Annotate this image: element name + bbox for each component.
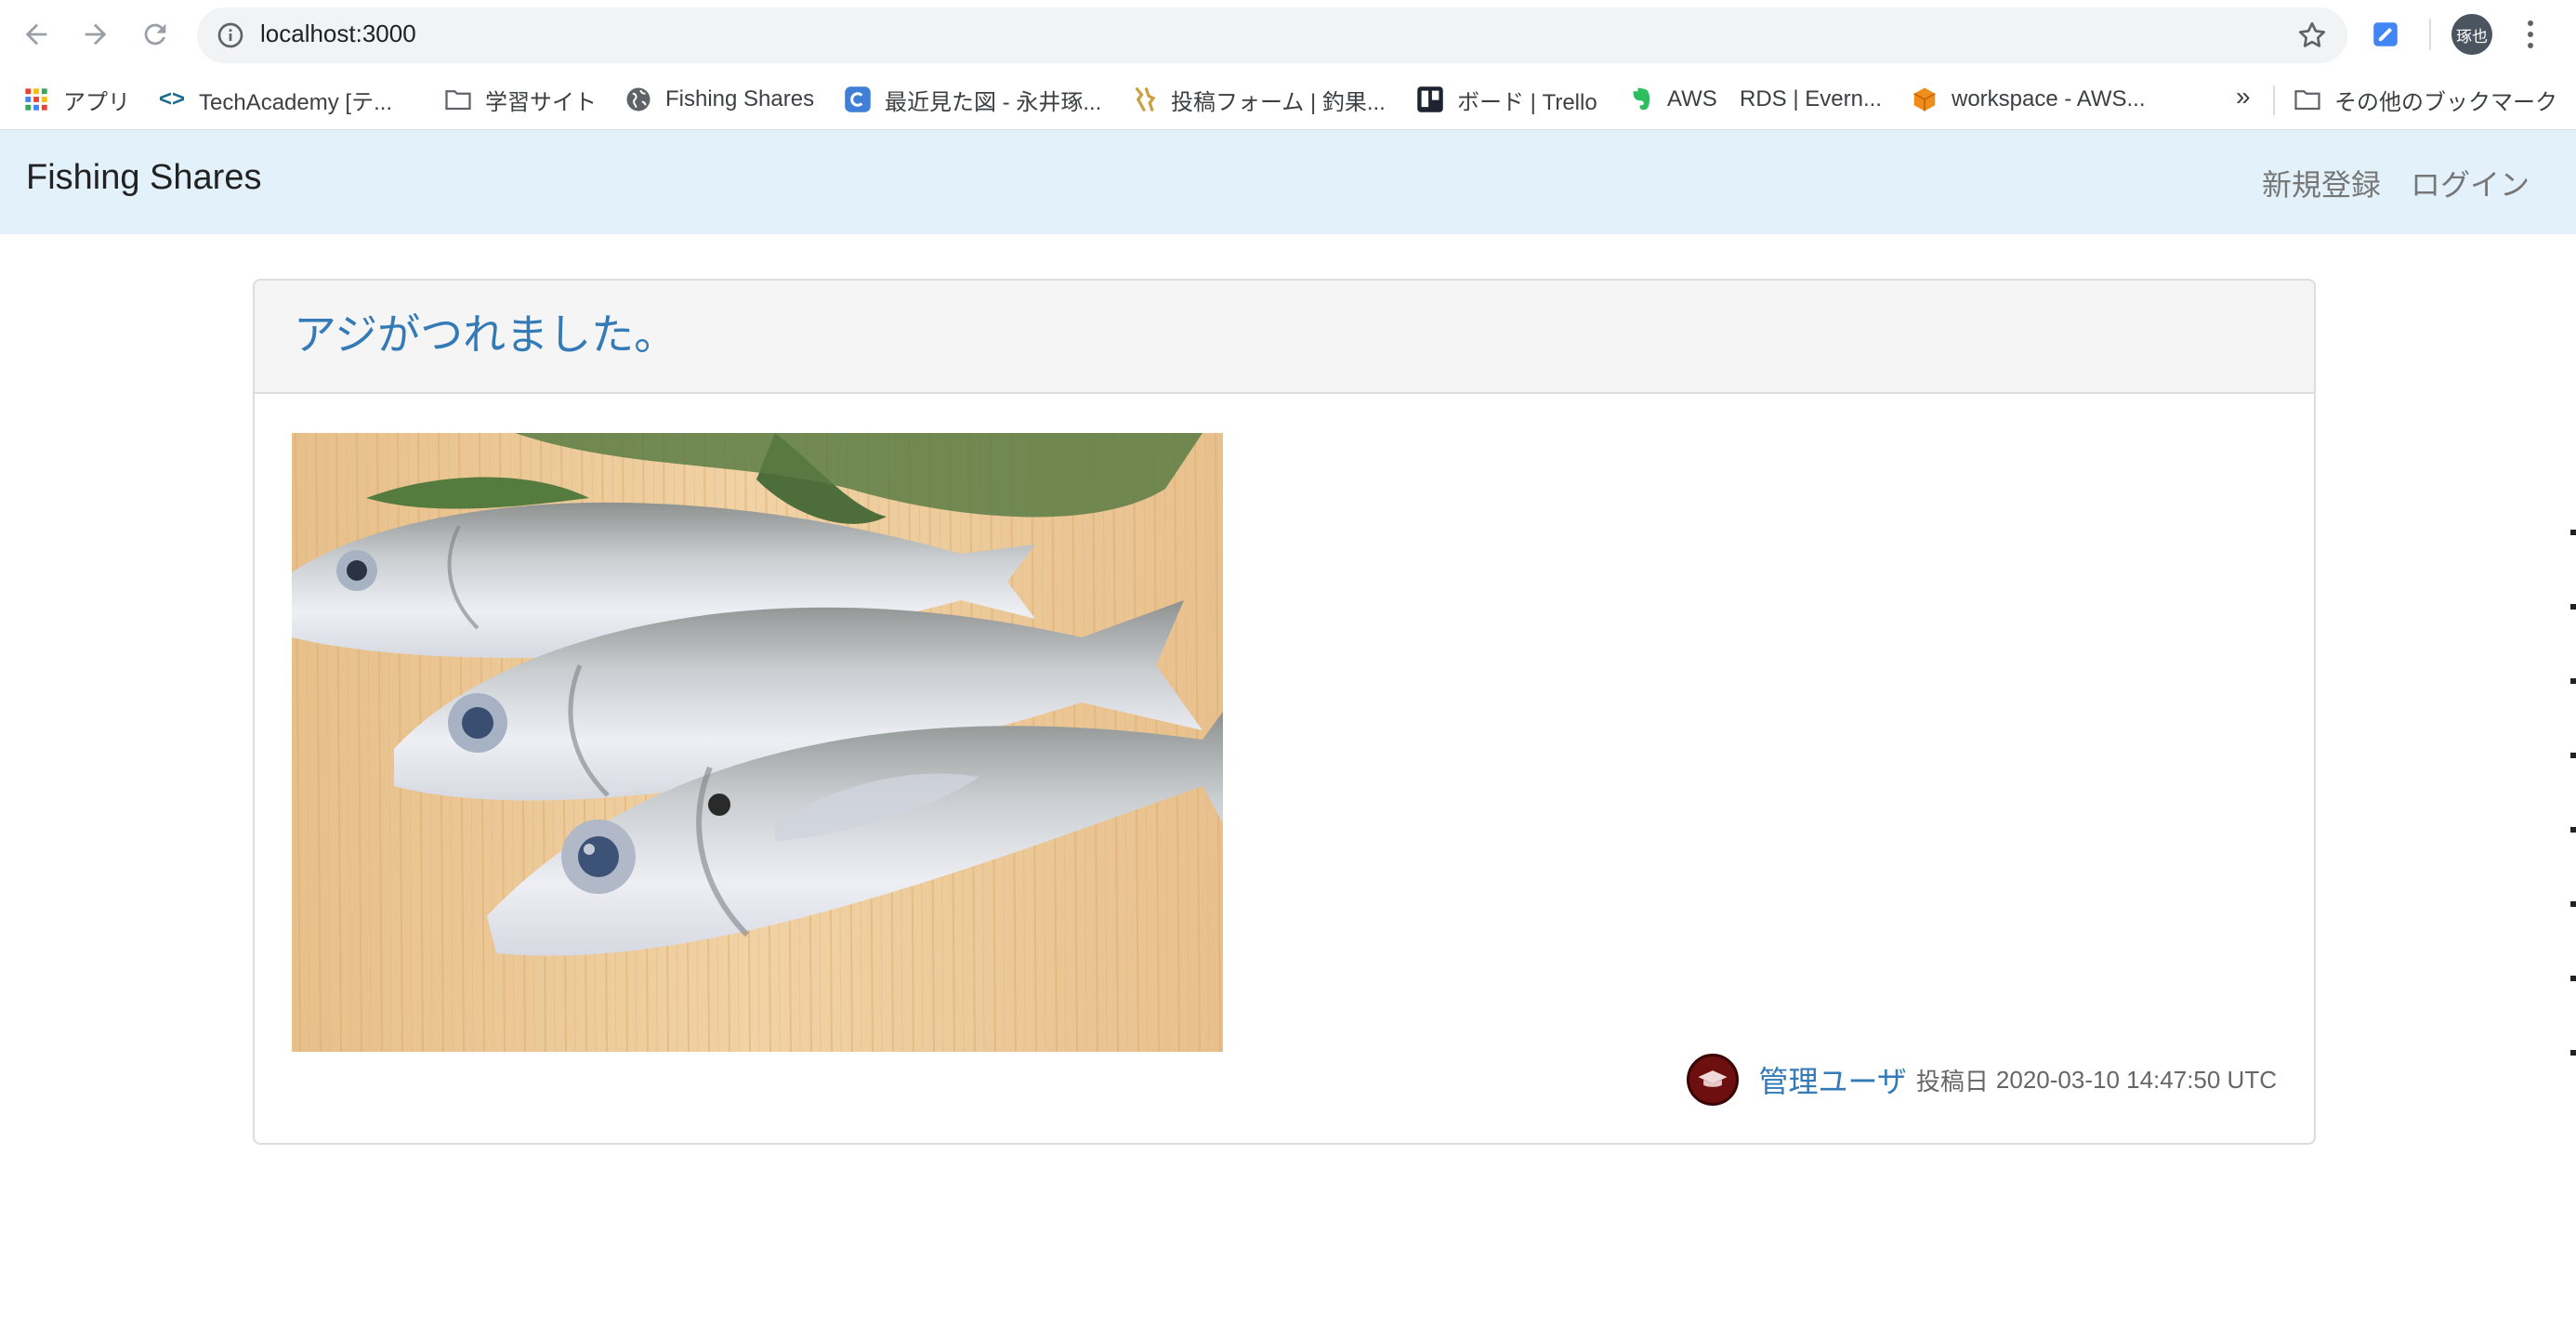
- bookmark-label: アプリ: [63, 89, 130, 115]
- post-card: アジがつれました。 管理ユーザ 投稿日 2020-03-10 14:47:50 …: [253, 279, 2316, 1145]
- bookmark-label: AWS: [1667, 86, 1717, 112]
- bookmark-trello[interactable]: ボード | Trello: [1416, 84, 1597, 115]
- post-meta: 管理ユーザ 投稿日 2020-03-10 14:47:50 UTC: [1686, 1054, 2277, 1106]
- login-link[interactable]: ログイン: [2411, 162, 2530, 204]
- bookmark-label: ボード | Trello: [1457, 89, 1597, 115]
- cacoo-icon: [844, 85, 872, 113]
- extension-icon[interactable]: [2370, 19, 2401, 50]
- evernote-icon: [1626, 85, 1654, 113]
- apps-grid-icon: [22, 85, 50, 113]
- bookmark-workspace[interactable]: workspace - AWS...: [1911, 84, 2146, 115]
- bookmark-label: 学習サイト: [485, 89, 597, 115]
- bookmark-label: workspace - AWS...: [1952, 86, 2146, 112]
- post-user-link[interactable]: 管理ユーザ: [1759, 1058, 1907, 1101]
- bookmark-label: TechAcademy [テ...: [199, 89, 393, 115]
- bookmark-label: 投稿フォーム | 釣果...: [1171, 89, 1386, 115]
- bookmark-post-form[interactable]: 投稿フォーム | 釣果...: [1130, 84, 1386, 115]
- folder-icon: [2293, 85, 2321, 113]
- bookmark-rds[interactable]: RDS | Evern...: [1740, 84, 1882, 115]
- reload-button[interactable]: [132, 11, 178, 58]
- toolbar-divider: [2429, 19, 2431, 50]
- aws-cube-icon: [1911, 85, 1939, 113]
- globe-icon: [624, 85, 652, 113]
- bookmark-figure-icon: [1130, 85, 1158, 113]
- forward-button[interactable]: [72, 11, 119, 58]
- bookmarks-overflow-button[interactable]: »: [2236, 82, 2251, 112]
- bookmark-label: 最近見た図 - 永井琢...: [885, 89, 1102, 115]
- brand-link[interactable]: Fishing Shares: [26, 158, 261, 198]
- window-edge-artifacts: [2570, 446, 2576, 1189]
- star-icon[interactable]: [2295, 19, 2329, 52]
- folder-icon: [444, 85, 472, 113]
- address-bar[interactable]: localhost:3000: [197, 7, 2347, 63]
- trello-icon: [1416, 85, 1444, 113]
- post-date-label: 投稿日: [1915, 1067, 1989, 1095]
- post-photo: [292, 433, 1223, 1052]
- fish-photo-image: [292, 433, 1223, 1052]
- reload-icon: [144, 23, 166, 46]
- browser-menu-button[interactable]: [2517, 13, 2544, 56]
- profile-avatar[interactable]: 琢也: [2451, 14, 2492, 55]
- bookmark-apps[interactable]: アプリ: [22, 84, 130, 115]
- bookmark-study-sites[interactable]: 学習サイト: [444, 84, 597, 115]
- bookmark-label: RDS | Evern...: [1740, 86, 1882, 112]
- post-title[interactable]: アジがつれました。: [294, 301, 677, 362]
- back-button[interactable]: [13, 11, 59, 58]
- code-brackets-icon: <>: [158, 86, 186, 112]
- app-navbar: Fishing Shares 新規登録 ログイン: [0, 130, 2576, 234]
- url-text: localhost:3000: [260, 20, 416, 47]
- post-date: 2020-03-10 14:47:50 UTC: [1995, 1065, 2277, 1094]
- bookmark-label: その他のブックマーク: [2334, 89, 2557, 115]
- bookmarks-bar: アプリ <> TechAcademy [テ... 学習サイト Fishing S…: [0, 69, 2576, 130]
- bookmark-other-folder[interactable]: その他のブックマーク: [2293, 84, 2557, 115]
- graduation-cap-icon: [1697, 1070, 1728, 1087]
- bookmark-cacoo[interactable]: 最近見た図 - 永井琢...: [844, 84, 1101, 115]
- arrow-left-icon: [25, 23, 47, 46]
- signup-link[interactable]: 新規登録: [2262, 162, 2381, 204]
- bookmark-label: Fishing Shares: [665, 86, 815, 112]
- arrow-right-icon: [85, 23, 107, 46]
- bookmark-techacademy[interactable]: <> TechAcademy [テ...: [158, 84, 392, 115]
- post-card-header: アジがつれました。: [255, 281, 2314, 394]
- browser-toolbar: localhost:3000 琢也: [0, 0, 2576, 69]
- bookmark-aws[interactable]: AWS: [1626, 84, 1717, 115]
- info-icon: [217, 22, 243, 48]
- bookmark-fishing-shares[interactable]: Fishing Shares: [624, 84, 814, 115]
- bookmarks-divider: [2273, 85, 2275, 115]
- user-avatar[interactable]: [1686, 1054, 1739, 1106]
